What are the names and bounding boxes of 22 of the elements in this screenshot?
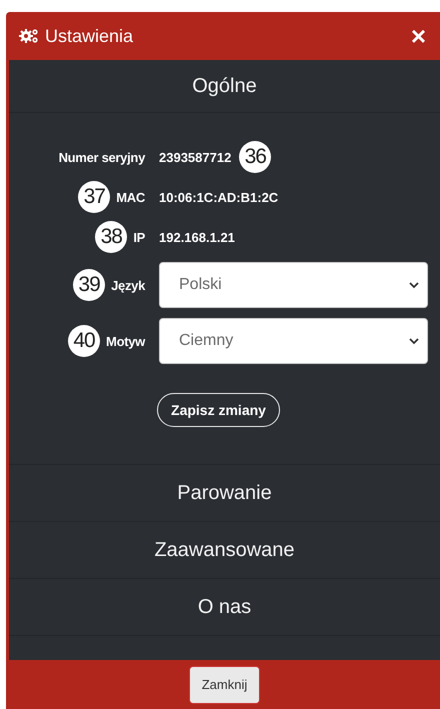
setting-label: Język: [111, 278, 145, 292]
number-badge: 37: [78, 181, 110, 213]
setting-label: Motyw: [106, 334, 145, 348]
caret-icon: [409, 338, 419, 344]
setting-label: IP: [133, 230, 145, 244]
setting-value: 2393587712: [159, 150, 232, 164]
close-button[interactable]: ×: [410, 23, 426, 49]
gears-icon: [19, 28, 39, 44]
number-badge: 40: [68, 325, 100, 357]
dropdown-field[interactable]: Polski: [159, 262, 428, 308]
close-button[interactable]: Zamknij: [188, 666, 260, 704]
setting-value: 10:06:1C:AD:B1:2C: [159, 190, 278, 204]
setting-value: 192.168.1.21: [159, 230, 235, 244]
dialog-title: Ustawienia: [45, 26, 134, 46]
number-badge: 39: [73, 269, 106, 301]
save-button[interactable]: Zapisz zmiany: [157, 393, 280, 427]
caret-icon: [409, 282, 419, 288]
setting-label: Numer seryjny: [58, 150, 145, 164]
setting-label: MAC: [116, 190, 145, 204]
number-badge: 36: [239, 141, 272, 173]
dropdown-field[interactable]: Ciemny: [159, 318, 428, 364]
number-badge: 38: [95, 221, 128, 253]
